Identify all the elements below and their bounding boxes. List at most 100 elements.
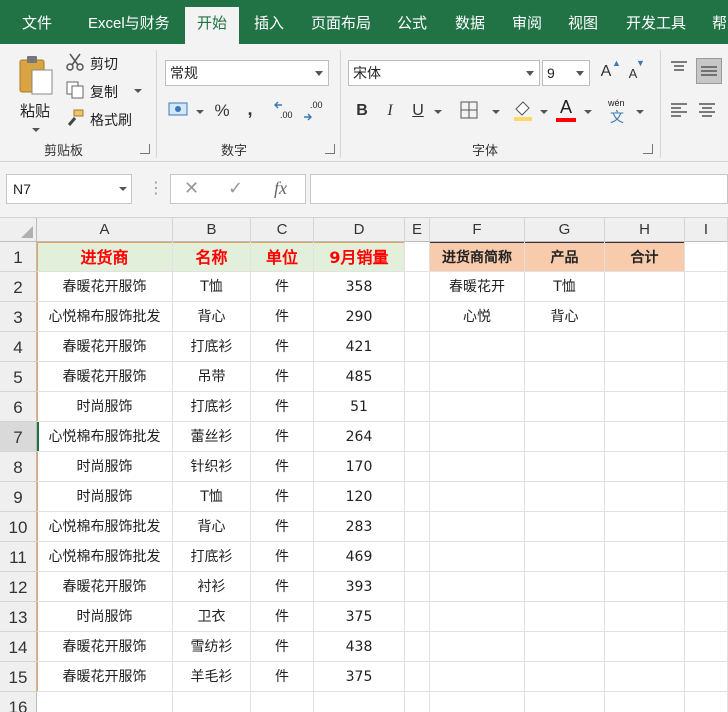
grid-cell[interactable]: [173, 692, 251, 712]
grid-cell[interactable]: [685, 602, 728, 632]
grid-cell[interactable]: [405, 332, 430, 362]
grid-cell[interactable]: [430, 482, 525, 512]
insert-function-icon[interactable]: fx: [274, 178, 287, 199]
grid-cell[interactable]: [251, 422, 314, 452]
align-middle-button[interactable]: [696, 58, 722, 84]
grid-cell[interactable]: [173, 272, 251, 302]
grid-cell[interactable]: [685, 422, 728, 452]
grid-cell[interactable]: [685, 242, 728, 272]
column-header-a[interactable]: A: [37, 218, 173, 242]
clipboard-dialog-launcher[interactable]: [140, 144, 150, 154]
accounting-format-button[interactable]: [166, 100, 192, 124]
grid-cell[interactable]: [37, 542, 173, 572]
borders-dropdown-icon[interactable]: [492, 110, 500, 114]
row-header-4[interactable]: 4: [0, 332, 37, 362]
grid-cell[interactable]: [430, 392, 525, 422]
select-all-corner[interactable]: [0, 218, 37, 242]
font-size-select[interactable]: 9: [542, 60, 590, 86]
grid-cell[interactable]: [525, 542, 605, 572]
phonetic-dropdown-icon[interactable]: [636, 110, 644, 114]
increase-decimal-button[interactable]: .00: [274, 100, 298, 124]
grid-cell[interactable]: [37, 422, 173, 452]
cut-button[interactable]: 剪切: [66, 52, 136, 74]
grid-cell[interactable]: [37, 512, 173, 542]
formula-input[interactable]: [310, 174, 728, 204]
grid-cell[interactable]: [430, 572, 525, 602]
tab-formulas[interactable]: 公式: [397, 0, 427, 44]
grid-cell[interactable]: [37, 362, 173, 392]
grid-cell[interactable]: [314, 572, 405, 602]
borders-button[interactable]: [460, 101, 482, 123]
grid-cell[interactable]: [430, 602, 525, 632]
grid-cell[interactable]: [525, 572, 605, 602]
accounting-dropdown-icon[interactable]: [196, 110, 204, 114]
grid-cell[interactable]: [37, 242, 173, 272]
grid-cell[interactable]: [685, 302, 728, 332]
tab-review[interactable]: 审阅: [512, 0, 542, 44]
grid-cell[interactable]: [173, 482, 251, 512]
phonetic-guide-button[interactable]: wén 文: [606, 98, 632, 125]
align-top-button[interactable]: [670, 60, 692, 82]
grid-cell[interactable]: [430, 242, 525, 272]
row-header-15[interactable]: 15: [0, 662, 37, 692]
grid-cell[interactable]: [685, 392, 728, 422]
grid-cell[interactable]: [173, 362, 251, 392]
enter-check-icon[interactable]: ✓: [228, 178, 243, 199]
grid-cell[interactable]: [605, 572, 685, 602]
grid-cell[interactable]: [430, 692, 525, 712]
grid-cell[interactable]: [314, 692, 405, 712]
grid-cell[interactable]: [685, 272, 728, 302]
grid-cell[interactable]: [314, 332, 405, 362]
font-name-select[interactable]: 宋体: [348, 60, 540, 86]
row-header-7[interactable]: 7: [0, 422, 37, 452]
grid-cell[interactable]: [525, 302, 605, 332]
row-header-13[interactable]: 13: [0, 602, 37, 632]
grid-cell[interactable]: [430, 332, 525, 362]
comma-style-button[interactable]: ,: [242, 98, 258, 122]
grid-cell[interactable]: [685, 332, 728, 362]
fill-color-button[interactable]: [512, 99, 536, 123]
tab-excel-finance[interactable]: Excel与财务: [88, 0, 170, 44]
grid-cell[interactable]: [314, 512, 405, 542]
grid-cell[interactable]: [37, 482, 173, 512]
grid-cell[interactable]: [37, 632, 173, 662]
grid-cell[interactable]: [37, 602, 173, 632]
name-box[interactable]: N7: [6, 174, 132, 204]
grid-cell[interactable]: [405, 392, 430, 422]
font-color-dropdown-icon[interactable]: [584, 110, 592, 114]
tab-page-layout[interactable]: 页面布局: [311, 0, 371, 44]
grid-cell[interactable]: [173, 572, 251, 602]
grid-cell[interactable]: [685, 452, 728, 482]
grid-cell[interactable]: [605, 272, 685, 302]
grid-cell[interactable]: [251, 392, 314, 422]
grid-cell[interactable]: [605, 302, 685, 332]
align-center-button[interactable]: [698, 102, 720, 124]
grid-cell[interactable]: [173, 392, 251, 422]
grid-cell[interactable]: [314, 632, 405, 662]
font-dialog-launcher[interactable]: [643, 144, 653, 154]
grid-cell[interactable]: [173, 452, 251, 482]
column-header-h[interactable]: H: [605, 218, 685, 242]
column-header-d[interactable]: D: [314, 218, 405, 242]
grid-cell[interactable]: [405, 632, 430, 662]
grid-cell[interactable]: [251, 482, 314, 512]
grid-cell[interactable]: [430, 362, 525, 392]
grid-cell[interactable]: [314, 302, 405, 332]
grid-cell[interactable]: [173, 542, 251, 572]
grid-cell[interactable]: [605, 452, 685, 482]
grid-cell[interactable]: [430, 662, 525, 692]
row-header-6[interactable]: 6: [0, 392, 37, 422]
grid-cell[interactable]: [685, 692, 728, 712]
column-header-c[interactable]: C: [251, 218, 314, 242]
row-header-14[interactable]: 14: [0, 632, 37, 662]
grid-cell[interactable]: [314, 662, 405, 692]
bold-button[interactable]: B: [352, 100, 372, 124]
tab-home[interactable]: 开始: [185, 7, 240, 44]
column-header-b[interactable]: B: [173, 218, 251, 242]
grid-cell[interactable]: [430, 512, 525, 542]
cancel-icon[interactable]: ✕: [184, 178, 199, 199]
fill-color-dropdown-icon[interactable]: [540, 110, 548, 114]
grid-cell[interactable]: [525, 602, 605, 632]
row-header-8[interactable]: 8: [0, 452, 37, 482]
grid-cell[interactable]: [430, 542, 525, 572]
